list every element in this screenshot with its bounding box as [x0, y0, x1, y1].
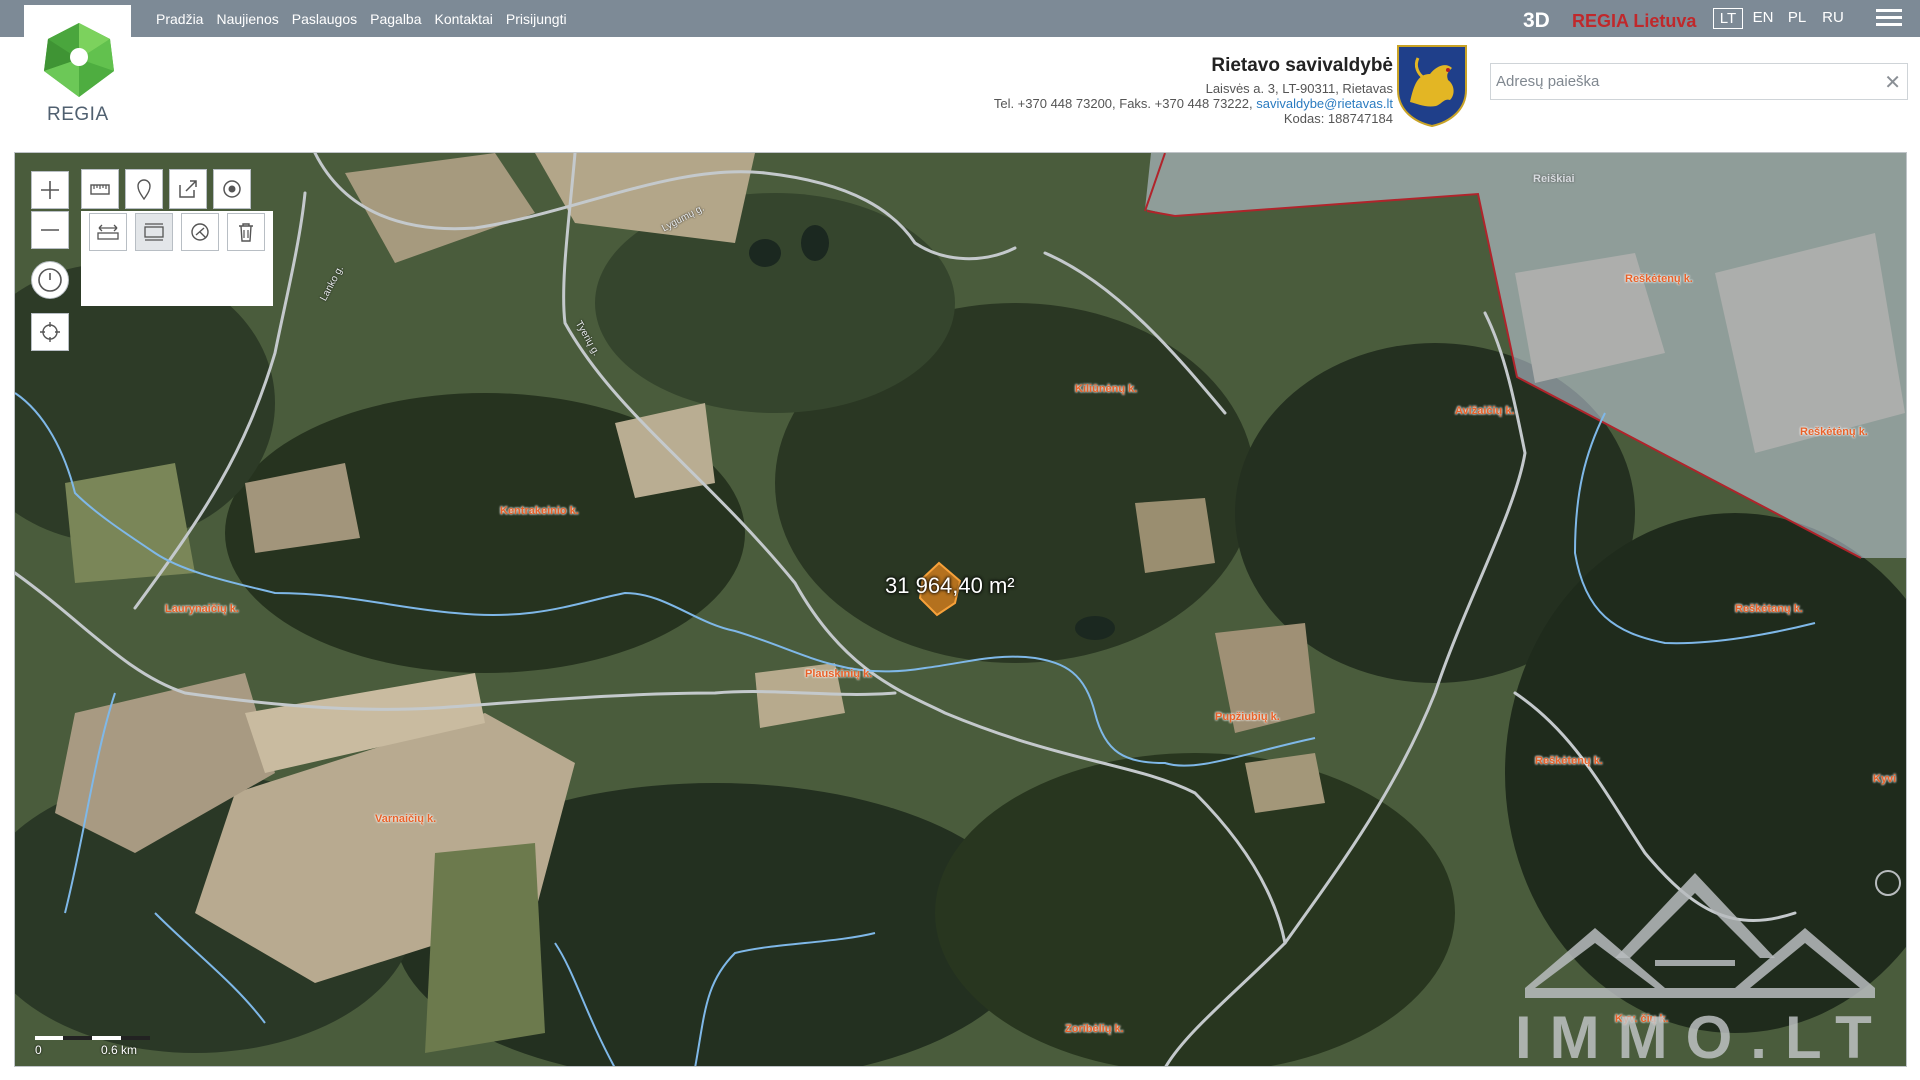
municipality-phone: Tel. +370 448 73200, Faks. +370 448 7322… — [994, 96, 1393, 111]
place-label: Pupžiubių k. — [1215, 711, 1280, 723]
place-label: Avižaičių k. — [1455, 405, 1515, 417]
plus-icon — [41, 181, 59, 199]
place-label: Reškėtenų k. — [1625, 273, 1693, 285]
address-search-input[interactable] — [1491, 64, 1871, 99]
scale-distance: 0.6 km — [101, 1043, 138, 1057]
zoom-out-button[interactable] — [31, 211, 69, 249]
regia-logo-icon[interactable] — [40, 21, 118, 101]
place-label: Kiliūnėnų k. — [1075, 383, 1138, 395]
scale-zero: 0 — [35, 1043, 42, 1057]
place-label: Laurynaičių k. — [165, 603, 239, 615]
measure-distance-button[interactable] — [89, 213, 127, 251]
place-label: Kyvi — [1873, 773, 1897, 785]
target-icon — [223, 180, 241, 198]
nav-pagalba[interactable]: Pagalba — [370, 11, 421, 27]
trash-icon — [239, 223, 253, 242]
regia-lietuva-link[interactable]: REGIA Lietuva — [1572, 11, 1696, 32]
measure-distance-icon — [97, 224, 119, 240]
municipality-code: Kodas: 188747184 — [1283, 111, 1393, 126]
history-button[interactable] — [31, 261, 69, 299]
crosshair-icon — [40, 322, 60, 342]
map-marker-icon — [137, 179, 151, 200]
scale-bar: 0 0.6 km — [35, 1031, 150, 1057]
site-header: REGIA Rietavo savivaldybė Laisvės a. 3, … — [0, 23, 1920, 150]
buffer-icon — [191, 223, 209, 241]
regia-logo-text: REGIA — [47, 104, 109, 125]
hamburger-menu-icon[interactable] — [1876, 9, 1902, 29]
minus-icon — [41, 229, 59, 231]
locate-button[interactable] — [31, 313, 69, 351]
zoom-in-button[interactable] — [31, 171, 69, 209]
municipality-address: Laisvės a. 3, LT-90311, Rietavas — [1205, 81, 1393, 96]
share-icon — [179, 180, 197, 198]
measured-area-label: 31 964,40 m² — [885, 573, 1015, 598]
measure-area-button[interactable] — [135, 213, 173, 251]
3d-button[interactable]: 3D — [1523, 9, 1550, 33]
place-label: Reiškiai — [1533, 173, 1575, 185]
watermark-text: IMMO.LT — [1515, 1004, 1890, 1067]
municipality-email-link[interactable]: savivaldybe@rietavas.lt — [1256, 96, 1393, 111]
coat-of-arms-icon — [1397, 45, 1467, 128]
municipality-info: Rietavo savivaldybė Laisvės a. 3, LT-903… — [994, 55, 1393, 126]
place-label: Varnaičių k. — [375, 813, 437, 825]
clear-search-icon[interactable]: ✕ — [1884, 70, 1901, 95]
lang-pl[interactable]: PL — [1785, 8, 1809, 29]
measure-area-icon — [144, 223, 164, 241]
measure-tool-panel — [81, 211, 273, 306]
address-search: ✕ — [1490, 63, 1908, 100]
lang-ru[interactable]: RU — [1820, 8, 1846, 29]
nav-kontaktai[interactable]: Kontaktai — [435, 11, 493, 27]
municipality-name: Rietavo savivaldybė — [1211, 55, 1393, 76]
place-label: Zoribėlių k. — [1065, 1023, 1124, 1035]
place-label: Reškėtėnų k. — [1800, 426, 1868, 438]
place-label: Reškėtenų k. — [1535, 755, 1603, 767]
map-viewport[interactable]: Reiškiai Reškėtenų k. Kiliūnėnų k. Aviža… — [14, 152, 1907, 1067]
nav-prisijungti[interactable]: Prisijungti — [506, 11, 567, 27]
nav-naujienos[interactable]: Naujienos — [216, 11, 278, 27]
share-button[interactable] — [169, 169, 207, 209]
buffer-button[interactable] — [181, 213, 219, 251]
delete-button[interactable] — [227, 213, 265, 251]
ruler-icon — [90, 184, 110, 195]
place-label: Reškėtanų k. — [1735, 603, 1803, 615]
main-nav: Pradžia Naujienos Paslaugos Pagalba Kont… — [156, 0, 567, 37]
clock-icon — [38, 268, 62, 292]
top-bar: Pradžia Naujienos Paslaugos Pagalba Kont… — [0, 0, 1920, 37]
marker-button[interactable] — [125, 169, 163, 209]
place-label: Kentrakeinio k. — [500, 505, 579, 517]
lang-en[interactable]: EN — [1750, 8, 1776, 29]
immo-watermark-logo: IMMO.LT — [1515, 870, 1901, 1067]
place-label: Plauskinių k. — [805, 668, 873, 680]
municipality-phone-text: Tel. +370 448 73200, Faks. +370 448 7322… — [993, 96, 1253, 111]
lang-lt[interactable]: LT — [1713, 8, 1743, 29]
target-button[interactable] — [213, 169, 251, 209]
nav-paslaugos[interactable]: Paslaugos — [292, 11, 357, 27]
measure-button[interactable] — [81, 169, 119, 209]
nav-pradzia[interactable]: Pradžia — [156, 11, 203, 27]
